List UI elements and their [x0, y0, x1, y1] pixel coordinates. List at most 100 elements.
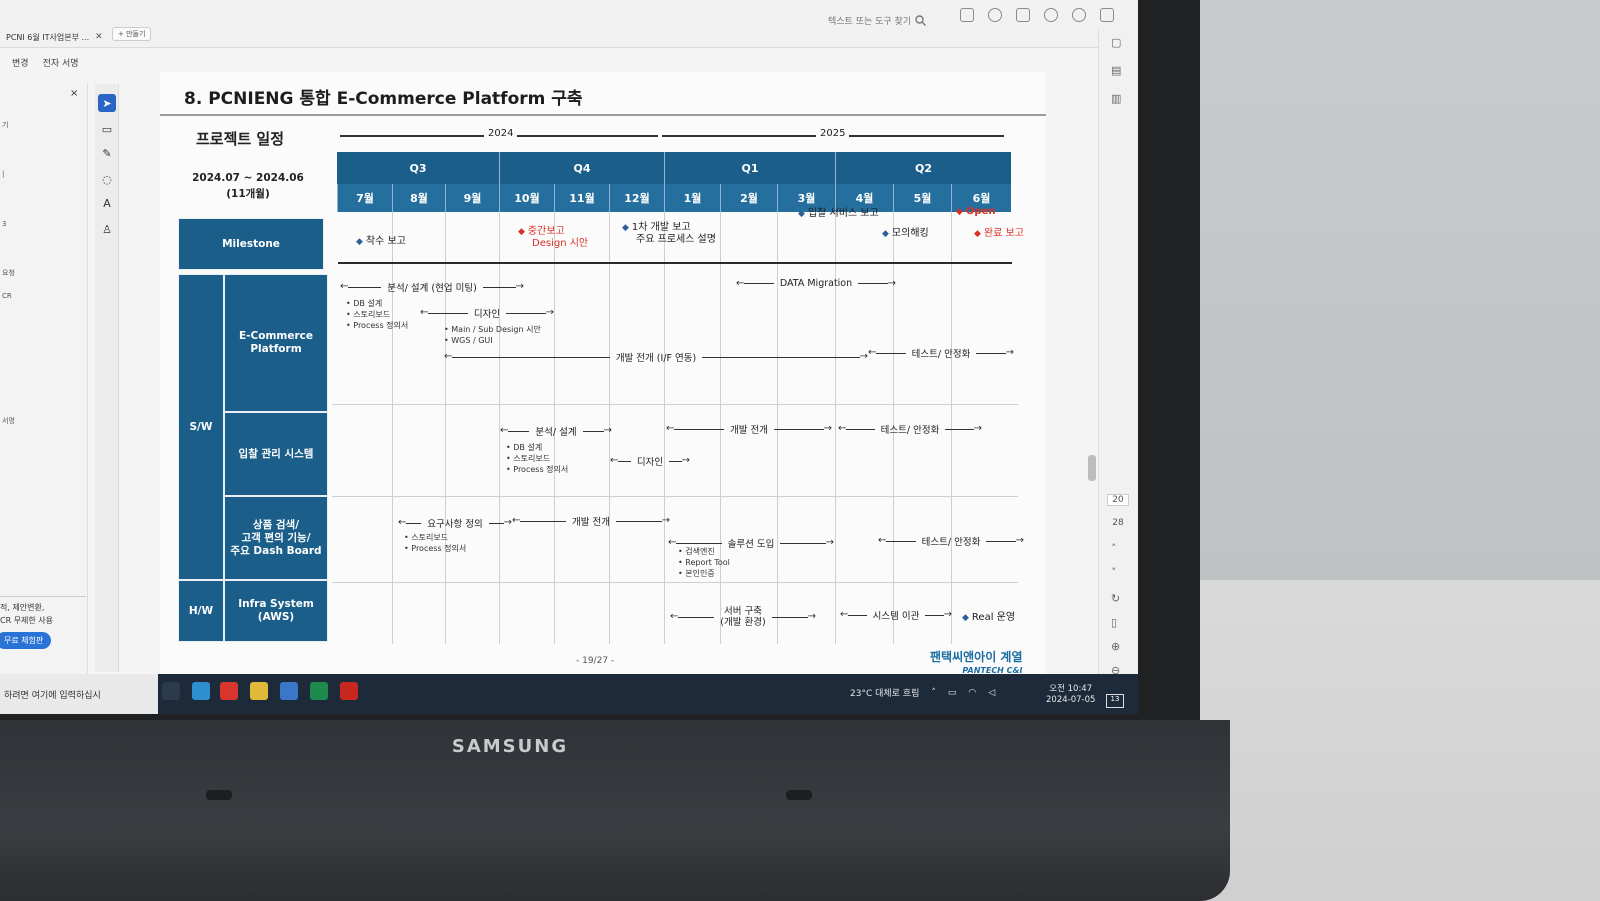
zoom-in-icon[interactable]: ⊕ — [1111, 640, 1120, 653]
milestone-label: Design 시안 — [532, 238, 589, 249]
note-line: • 스토리보드 — [346, 310, 391, 319]
activity-test-stabilize-3: ← 테스트/ 안정화 → — [878, 535, 1025, 549]
activity-label: 테스트/ 안정화 — [880, 425, 940, 436]
comment-tool-icon[interactable]: ▭ — [98, 120, 116, 138]
link-icon[interactable] — [1072, 8, 1086, 22]
left-panel-item[interactable]: 3 — [2, 220, 6, 228]
app-icon[interactable] — [280, 682, 298, 700]
month-header: 8월 — [392, 184, 445, 212]
hinge-right — [786, 790, 812, 800]
app-icon[interactable] — [220, 682, 238, 700]
print-icon[interactable] — [1016, 8, 1030, 22]
page-total: 28 — [1112, 518, 1124, 528]
system-tray: 23°C 대체로 흐림 ˄ ▭ ◠ ◁ — [850, 686, 995, 700]
grid-line — [392, 212, 393, 644]
acrobat-icon[interactable] — [340, 682, 358, 700]
chevron-down-icon[interactable]: ˅ — [1111, 566, 1117, 579]
left-panel-item[interactable]: 서명 — [2, 416, 15, 426]
milestone-label: 주요 프로세스 설명 — [636, 234, 716, 245]
weather-text[interactable]: 23°C 대체로 흐림 — [850, 686, 919, 699]
activity-dev-if: ← 개발 전개 (I/F 연동) → — [444, 351, 869, 365]
comment-icon[interactable]: ▢ — [1111, 36, 1121, 49]
period-duration: (11개월) — [226, 188, 270, 200]
note-line: • Process 정의서 — [404, 544, 467, 553]
menu-item-edit[interactable]: 변경 — [12, 56, 29, 69]
tab-bar: PCNI 6월 IT사업본부 ... ✕ + 만들기 텍스트 또는 도구 찾기 — [0, 0, 1138, 48]
milestone-open: ◆ Open — [956, 206, 995, 218]
activity-label: 요구사항 정의 — [427, 519, 483, 530]
menu-item-esign[interactable]: 전자 서명 — [43, 56, 79, 69]
laptop-base — [0, 720, 1230, 901]
milestone-mock: ◆ 모의해킹 — [882, 228, 929, 240]
month-header: 12월 — [609, 184, 664, 212]
document-tab[interactable]: PCNI 6월 IT사업본부 ... ✕ — [0, 28, 109, 46]
pages-icon[interactable]: ▥ — [1111, 92, 1121, 105]
activity-label: 테스트/ 안정화 — [911, 349, 971, 360]
scrollbar-thumb[interactable] — [1088, 455, 1096, 481]
screen: PCNI 6월 IT사업본부 ... ✕ + 만들기 텍스트 또는 도구 찾기 … — [0, 0, 1138, 714]
task-view-icon[interactable] — [162, 682, 180, 700]
activity-design: ← 디자인 → — [420, 307, 555, 321]
bookmark-icon[interactable]: ▤ — [1111, 64, 1121, 77]
close-icon[interactable]: × — [70, 88, 78, 99]
diamond-icon: ◆ — [956, 207, 963, 217]
activity-test-stabilize: ← 테스트/ 안정화 → — [868, 347, 1015, 361]
volume-icon[interactable]: ◁ — [988, 688, 995, 698]
left-panel-item[interactable]: 요청 — [2, 268, 15, 278]
chevron-up-icon[interactable]: ˄ — [1111, 542, 1117, 555]
title-divider — [160, 114, 1046, 116]
tool-search[interactable]: 텍스트 또는 도구 찾기 — [828, 14, 927, 27]
activity-dev-3: ← 개발 전개 → — [512, 515, 671, 529]
milestone-label: 입찰 서비스 보고 — [807, 208, 879, 219]
left-panel-item[interactable]: | — [2, 170, 4, 178]
clock-date: 2024-07-05 — [1046, 695, 1096, 705]
select-tool-icon[interactable]: ➤ — [98, 94, 116, 112]
lasso-tool-icon[interactable]: ◌ — [98, 170, 116, 188]
row-infra: Infra System (AWS) — [224, 580, 328, 642]
quarter-q2: Q2 — [835, 152, 1011, 184]
upload-icon[interactable] — [988, 8, 1002, 22]
activity-label: 분석/ 설계 (현업 미팅) — [387, 283, 477, 294]
app-icon[interactable] — [192, 682, 210, 700]
activity-analysis: ← 분석/ 설계 → — [500, 425, 612, 439]
chevron-up-icon[interactable]: ˄ — [931, 688, 936, 698]
left-panel-item[interactable]: 기 — [2, 120, 8, 130]
close-icon[interactable]: ✕ — [95, 32, 103, 42]
new-tab-button[interactable]: + 만들기 — [112, 27, 152, 41]
diamond-icon: ◆ — [798, 209, 805, 219]
activity-analysis-meeting: ← 분석/ 설계 (현업 미팅) → — [340, 281, 524, 295]
row-sw: S/W — [178, 274, 224, 580]
tool-search-placeholder: 텍스트 또는 도구 찾기 — [828, 17, 912, 27]
row-product-label: 주요 Dash Board — [230, 544, 322, 557]
activity-requirements: ← 요구사항 정의 → — [398, 517, 512, 531]
share-icon[interactable] — [1044, 8, 1058, 22]
brand-logo: SAMSUNG — [451, 736, 569, 757]
clock[interactable]: 오전 10:47 2024-07-05 — [1046, 684, 1095, 706]
battery-icon[interactable]: ▭ — [948, 688, 957, 698]
section-title: 프로젝트 일정 — [196, 130, 285, 148]
text-tool-icon[interactable]: A — [98, 194, 116, 212]
document-icon[interactable]: ▯ — [1111, 616, 1117, 629]
mail-icon[interactable] — [1100, 8, 1114, 22]
promo-note-line: 적, 제안변환, — [0, 603, 45, 612]
note-line: • 스토리보드 — [404, 533, 449, 542]
activity-test-stabilize-2: ← 테스트/ 안정화 → — [838, 423, 983, 437]
notification-icon[interactable]: 13 — [1106, 694, 1124, 708]
page-current[interactable]: 20 — [1107, 494, 1129, 506]
rotate-icon[interactable]: ↻ — [1111, 592, 1120, 605]
folder-icon[interactable] — [250, 682, 268, 700]
background-wall — [1200, 0, 1600, 580]
taskbar-search[interactable]: 하려면 여기에 입력하십시 — [0, 674, 158, 714]
page-title: 8. PCNIENG 통합 E-Commerce Platform 구축 — [184, 89, 583, 109]
excel-icon[interactable] — [310, 682, 328, 700]
left-panel-item[interactable]: CR — [2, 292, 12, 300]
clock-time: 오전 10:47 — [1049, 684, 1093, 694]
activity-label: 디자인 — [636, 457, 664, 468]
grid-line — [835, 212, 836, 644]
save-icon[interactable] — [960, 8, 974, 22]
stamp-tool-icon[interactable]: ♙ — [98, 220, 116, 238]
free-trial-button[interactable]: 무료 체험판 — [0, 632, 52, 649]
month-header: 11월 — [554, 184, 609, 212]
wifi-icon[interactable]: ◠ — [968, 688, 976, 698]
pen-tool-icon[interactable]: ✎ — [98, 144, 116, 162]
